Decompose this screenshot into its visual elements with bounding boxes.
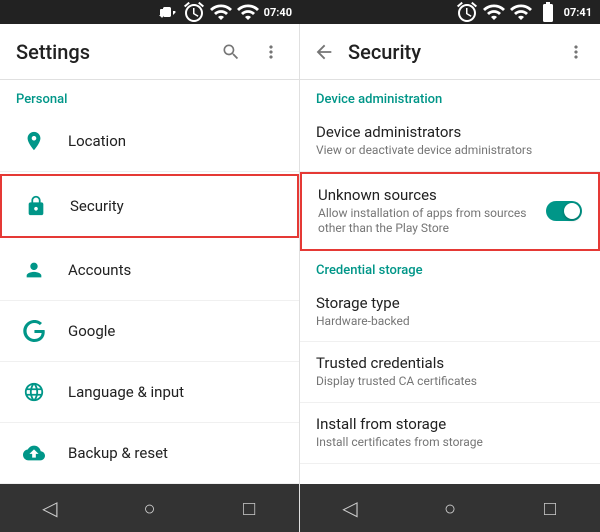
right-time: 07:41 (564, 6, 592, 19)
home-button-left[interactable]: ○ (129, 488, 169, 528)
settings-item-language[interactable]: Language & input (0, 362, 299, 423)
storage-type-title: Storage type (316, 294, 584, 312)
backup-icon (16, 435, 52, 471)
credential-storage-section-label: Credential storage (300, 251, 600, 282)
security-label: Security (70, 197, 124, 215)
install-storage-title: Install from storage (316, 415, 584, 433)
right-status-icons (455, 0, 560, 24)
settings-item-google[interactable]: Google (0, 301, 299, 362)
google-label: Google (68, 322, 115, 340)
left-status-bar: 07:40 (0, 0, 300, 24)
security-item-storage-type[interactable]: Storage type Hardware-backed (300, 282, 600, 343)
security-item-unknown-sources[interactable]: Unknown sources Allow installation of ap… (300, 172, 600, 251)
left-nav-bar: ◁ ○ □ (0, 484, 299, 532)
unknown-sources-title: Unknown sources (318, 186, 538, 204)
install-storage-subtitle: Install certificates from storage (316, 435, 584, 451)
trusted-credentials-subtitle: Display trusted CA certificates (316, 374, 584, 390)
right-more-options-button[interactable] (564, 40, 588, 64)
settings-item-accounts[interactable]: Accounts (0, 240, 299, 301)
security-icon (18, 188, 54, 224)
back-button-right-appbar[interactable] (312, 40, 336, 64)
device-admins-title: Device administrators (316, 123, 584, 141)
left-status-icons (155, 0, 260, 24)
right-app-bar: Security (300, 24, 600, 80)
settings-item-backup[interactable]: Backup & reset (0, 423, 299, 484)
security-item-install-storage[interactable]: Install from storage Install certificate… (300, 403, 600, 464)
settings-item-security[interactable]: Security (0, 174, 299, 238)
right-nav-bar: ◁ ○ □ (300, 484, 600, 532)
recents-button-right[interactable]: □ (530, 488, 570, 528)
right-panel: Security Device administration Device ad… (300, 24, 600, 532)
left-app-bar: Settings (0, 24, 299, 80)
accounts-icon (16, 252, 52, 288)
security-panel-title: Security (348, 40, 564, 64)
recents-button-left[interactable]: □ (229, 488, 269, 528)
more-options-button[interactable] (259, 40, 283, 64)
google-icon (16, 313, 52, 349)
home-button-right[interactable]: ○ (430, 488, 470, 528)
language-label: Language & input (68, 383, 184, 401)
device-admin-section-label: Device administration (300, 80, 600, 111)
trusted-credentials-title: Trusted credentials (316, 354, 584, 372)
left-time: 07:40 (264, 6, 292, 19)
language-icon (16, 374, 52, 410)
unknown-sources-toggle[interactable] (546, 201, 582, 221)
backup-label: Backup & reset (68, 444, 168, 462)
left-app-bar-icons (219, 40, 283, 64)
location-label: Location (68, 132, 126, 150)
search-button[interactable] (219, 40, 243, 64)
settings-title: Settings (16, 40, 219, 64)
back-button-right[interactable]: ◁ (330, 488, 370, 528)
left-panel: Settings Personal Location (0, 24, 300, 532)
device-admins-subtitle: View or deactivate device administrators (316, 143, 584, 159)
storage-type-subtitle: Hardware-backed (316, 314, 584, 330)
settings-list: Personal Location Security Acc (0, 80, 299, 484)
personal-section-label: Personal (0, 80, 299, 111)
security-item-clear-credentials[interactable]: Clear credentials (300, 464, 600, 484)
status-bars: 07:40 07:41 (0, 0, 600, 24)
settings-item-location[interactable]: Location (0, 111, 299, 172)
security-item-device-admins[interactable]: Device administrators View or deactivate… (300, 111, 600, 172)
security-item-trusted-credentials[interactable]: Trusted credentials Display trusted CA c… (300, 342, 600, 403)
unknown-sources-subtitle: Allow installation of apps from sources … (318, 206, 538, 237)
security-list: Device administration Device administrat… (300, 80, 600, 484)
back-button-left[interactable]: ◁ (30, 488, 70, 528)
main-content: Settings Personal Location (0, 24, 600, 532)
accounts-label: Accounts (68, 261, 131, 279)
location-icon (16, 123, 52, 159)
right-status-bar: 07:41 (300, 0, 600, 24)
